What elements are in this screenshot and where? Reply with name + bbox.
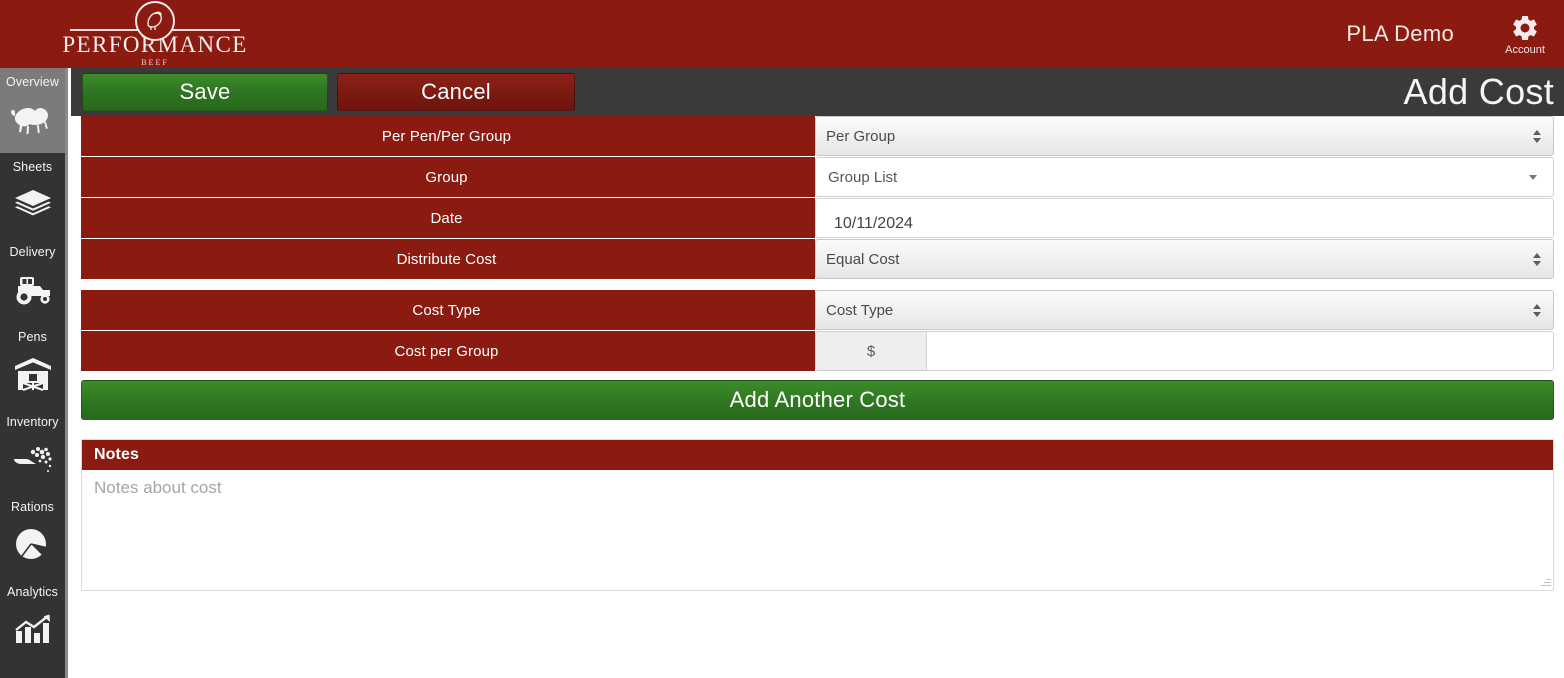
sidebar-item-pens[interactable]: Pens — [0, 323, 65, 408]
cost-entry-group: Cost Type Cost Type Cost per Group $ — [71, 290, 1564, 371]
hand-feed-icon — [12, 436, 54, 482]
sidebar-item-label: Overview — [6, 75, 59, 89]
save-button[interactable]: Save — [82, 73, 328, 111]
form-row-per-pen-per-group: Per Pen/Per Group Per Group — [81, 116, 1554, 156]
form-row-distribute-cost: Distribute Cost Equal Cost — [81, 239, 1554, 279]
app-root: PERFORMANCE BEEF PLA Demo Account Overvi… — [0, 0, 1564, 678]
sidebar-item-label: Pens — [18, 330, 47, 344]
action-toolbar: Save Cancel Add Cost — [71, 68, 1564, 116]
cow-monogram-icon — [135, 0, 175, 41]
select-value: Cost Type — [826, 301, 894, 319]
field-label: Date — [81, 198, 812, 238]
bar-chart-up-icon — [13, 606, 53, 652]
spinner-arrows-icon — [1533, 252, 1543, 266]
field-control-wrap: Group List — [812, 157, 1554, 197]
sidebar-item-rations[interactable]: Rations — [0, 493, 65, 578]
account-label: Account — [1505, 43, 1545, 56]
field-control-wrap: Equal Cost — [812, 239, 1554, 279]
resize-grip-icon[interactable] — [1539, 576, 1551, 588]
select-value: Equal Cost — [826, 250, 900, 268]
per-pen-per-group-select[interactable]: Per Group — [815, 116, 1554, 156]
app-header: PERFORMANCE BEEF PLA Demo Account — [0, 0, 1564, 68]
main-content: Per Pen/Per Group Per Group Group Group … — [71, 116, 1564, 678]
sidebar-item-label: Sheets — [12, 160, 53, 174]
layers-icon — [13, 181, 53, 227]
date-input[interactable]: 10/11/2024 — [815, 198, 1554, 238]
barn-icon — [14, 351, 52, 397]
sidebar-item-label: Inventory — [6, 415, 59, 429]
field-label: Distribute Cost — [81, 239, 812, 279]
sidebar-item-sheets[interactable]: Sheets — [0, 153, 65, 238]
gear-icon — [1510, 13, 1540, 43]
notes-textarea[interactable]: Notes about cost — [82, 470, 1553, 590]
field-label: Group — [81, 157, 812, 197]
field-label: Cost Type — [81, 290, 812, 330]
form-row-group: Group Group List — [81, 157, 1554, 197]
sidebar-item-label: Rations — [10, 500, 55, 514]
sidebar-item-label: Delivery — [9, 245, 56, 259]
page-title: Add Cost — [1403, 71, 1554, 112]
tractor-icon — [12, 266, 54, 312]
field-label: Cost per Group — [81, 331, 812, 371]
notes-title: Notes — [82, 440, 1553, 470]
cow-icon — [10, 96, 55, 142]
chevron-down-icon — [1529, 174, 1537, 180]
sidebar-item-inventory[interactable]: Inventory — [0, 408, 65, 493]
spinner-arrows-icon — [1533, 129, 1543, 143]
account-button[interactable]: Account — [1492, 13, 1564, 56]
field-control-wrap: Cost Type — [812, 290, 1554, 330]
sidebar-item-delivery[interactable]: Delivery — [0, 238, 65, 323]
distribute-cost-select[interactable]: Equal Cost — [815, 239, 1554, 279]
form-row-cost-per-group: Cost per Group $ — [81, 331, 1554, 371]
brand-subtitle: BEEF — [141, 57, 169, 67]
notes-panel: Notes Notes about cost — [81, 439, 1554, 591]
add-another-cost-button[interactable]: Add Another Cost — [81, 380, 1554, 420]
sidebar-nav: Overview Sheets Delivery Pens Inventory … — [0, 68, 68, 678]
field-control-wrap: Per Group — [812, 116, 1554, 156]
form-row-cost-type: Cost Type Cost Type — [81, 290, 1554, 330]
pie-chart-icon — [14, 521, 52, 567]
field-control-wrap: 10/11/2024 — [812, 198, 1554, 238]
sidebar-item-label: Analytics — [7, 585, 58, 599]
currency-prefix: $ — [815, 331, 926, 371]
form-row-date: Date 10/11/2024 — [81, 198, 1554, 238]
sidebar-item-overview[interactable]: Overview — [0, 68, 65, 153]
account-name-label: PLA Demo — [1346, 21, 1454, 46]
select-value: Per Group — [826, 127, 896, 145]
cost-type-select[interactable]: Cost Type — [815, 290, 1554, 330]
spinner-arrows-icon — [1533, 303, 1543, 317]
field-control-wrap: $ — [812, 331, 1554, 371]
dropdown-value: Group List — [828, 168, 898, 186]
cost-details-group: Per Pen/Per Group Per Group Group Group … — [71, 116, 1564, 279]
brand-mark: PERFORMANCE BEEF — [62, 0, 246, 68]
cancel-button[interactable]: Cancel — [337, 73, 575, 111]
brand-logo: PERFORMANCE BEEF — [0, 0, 300, 68]
section-divider — [71, 280, 1564, 290]
group-dropdown[interactable]: Group List — [815, 157, 1554, 197]
sidebar-item-analytics[interactable]: Analytics — [0, 578, 65, 663]
cost-per-group-input[interactable] — [926, 331, 1554, 371]
field-label: Per Pen/Per Group — [81, 116, 812, 156]
